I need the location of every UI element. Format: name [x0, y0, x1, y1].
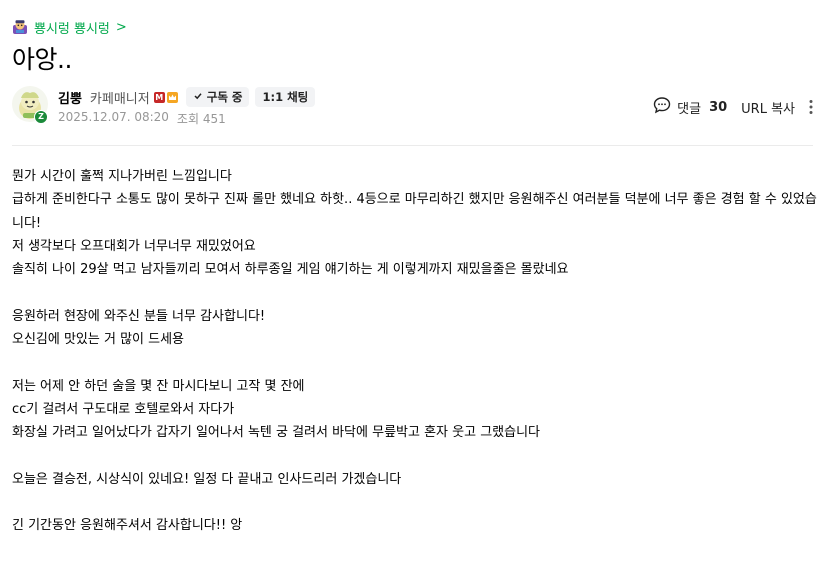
content-line: 급하게 준비한다구 소통도 많이 못하구 진짜 롤만 했네요 하핫.. 4등으로… — [12, 192, 817, 208]
content-line: cc기 걸려서 구도대로 호텔로와서 자다가 — [12, 401, 235, 417]
post-actions: 댓글 30 URL 복사 — [653, 96, 813, 118]
chat-button[interactable]: 1:1 채팅 — [255, 87, 316, 107]
post-meta: 2025.12.07. 08:20 조회 451 — [58, 110, 226, 127]
board-name: 뿅시렁 뿅시렁 — [34, 21, 110, 37]
author-name[interactable]: 김뿡 — [58, 88, 82, 107]
content-line: 뭔가 시간이 훌쩍 지나가버린 느낌입니다 — [12, 169, 232, 184]
comment-count: 30 — [709, 99, 728, 115]
board-breadcrumb-link[interactable]: 뿅시렁 뿅시렁 > — [12, 16, 127, 38]
content-line: 저는 어제 안 하던 술을 몇 잔 마시다보니 고작 몇 잔에 — [12, 378, 305, 394]
subscribe-label: 구독 중 — [206, 90, 243, 104]
post-views: 조회 451 — [176, 112, 226, 126]
content-line: 오늘은 결승전, 시상식이 있네요! 일정 다 끝내고 인사드리러 가겠습니다 — [12, 471, 402, 487]
manager-badge-icon: M — [153, 91, 165, 103]
content-line — [12, 281, 817, 304]
content-line — [12, 491, 817, 514]
content-line — [12, 351, 817, 374]
board-emoji-icon — [12, 19, 28, 35]
author-role: 카페매니저 — [89, 91, 150, 107]
content-line: 긴 기간동안 응원해주셔서 감사합니다!! 앙 — [12, 518, 243, 534]
comment-label: 댓글 — [677, 101, 702, 117]
comment-bubble-icon — [653, 96, 671, 118]
header-divider — [12, 145, 813, 146]
avatar-level-badge: Z — [34, 110, 48, 124]
content-line: 저 생각보다 오프대회가 너무너무 재밌었어요 — [12, 238, 256, 254]
subscribe-button[interactable]: 구독 중 — [185, 87, 250, 107]
url-copy-button[interactable]: URL 복사 — [741, 98, 795, 117]
post-date: 2025.12.07. 08:20 — [58, 110, 169, 124]
post-title: 아앙.. — [12, 45, 72, 74]
content-line: 니다! — [12, 215, 42, 231]
check-icon — [193, 90, 203, 104]
post-content: 뭔가 시간이 훌쩍 지나가버린 느낌입니다 급하게 준비한다구 소통도 많이 못… — [12, 165, 817, 538]
chat-label: 1:1 채팅 — [262, 90, 309, 104]
content-line: 솔직히 나이 29살 먹고 남자들끼리 모여서 하루종일 게임 얘기하는 게 이… — [12, 262, 569, 278]
content-line: 오신김에 맛있는 거 많이 드세용 — [12, 332, 185, 348]
chevron-right-icon: > — [115, 19, 127, 35]
crown-icon — [166, 91, 178, 103]
author-row: 김뿡 카페매니저 M 구독 중 1:1 채팅 — [58, 87, 316, 107]
content-line — [12, 445, 817, 468]
content-line: 응원하러 현장에 와주신 분들 너무 감사합니다! — [12, 308, 266, 324]
comment-button[interactable]: 댓글 30 — [653, 96, 727, 118]
more-options-icon[interactable] — [809, 99, 813, 115]
content-line: 화장실 가려고 일어났다가 갑자기 일어나서 녹텐 궁 걸려서 바닥에 무릎박고… — [12, 425, 540, 441]
